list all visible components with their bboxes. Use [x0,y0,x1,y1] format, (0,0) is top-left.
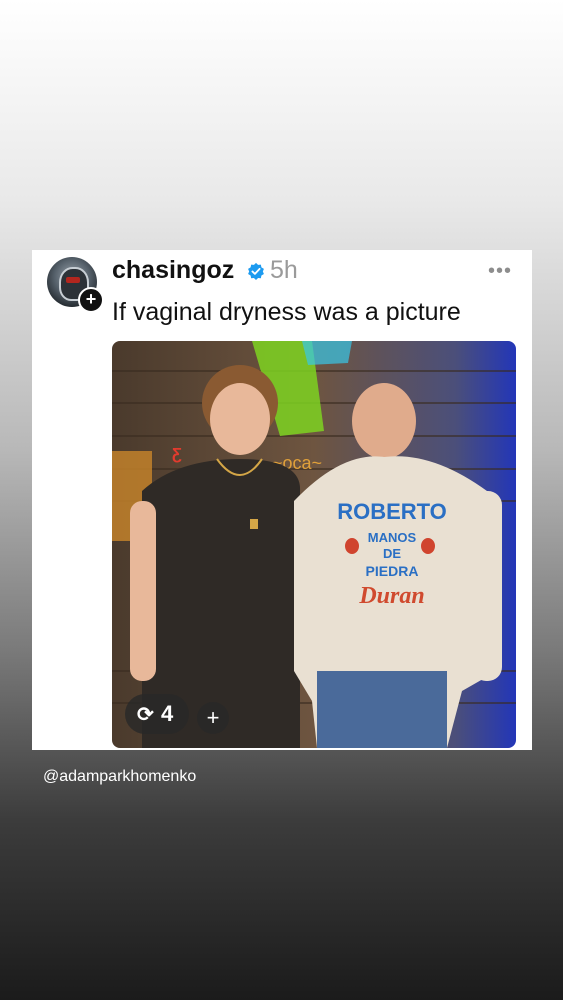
hoodie-text-de: DE [383,546,401,561]
follow-plus-icon[interactable]: + [78,287,104,313]
neon-red-sign: Ƹ [172,446,182,463]
post-time: 5h [270,256,298,284]
hoodie-text-piedra: PIEDRA [366,563,419,579]
username[interactable]: chasingoz [112,256,234,285]
hoodie-text-manos: MANOS [368,530,417,545]
neon-sign-cyan [302,341,352,365]
repost-button[interactable]: ⟳ 4 [125,694,189,734]
add-button[interactable]: + [197,702,229,734]
watermark: @adamparkhomenko [43,768,197,785]
photo-illustration: Ƹ ~oca~ ROBERTO MANOS DE PIEDRA Duran [112,341,516,748]
repost-icon: ⟳ [137,704,154,726]
post-text: If vaginal dryness was a picture [112,298,461,326]
more-options-icon[interactable]: ••• [488,260,512,283]
hoodie-text-duran: Duran [358,583,424,609]
post-photo[interactable]: Ƹ ~oca~ ROBERTO MANOS DE PIEDRA Duran [112,341,516,748]
post-card: + chasingoz 5h ••• If vaginal dryness wa… [32,250,532,750]
repost-count: 4 [161,701,174,726]
hoodie-glove-left-icon [345,538,359,554]
verified-badge-icon [248,262,264,280]
avatar-visor [66,277,80,283]
hoodie-text-roberto: ROBERTO [337,499,447,524]
hoodie-glove-right-icon [421,538,435,554]
